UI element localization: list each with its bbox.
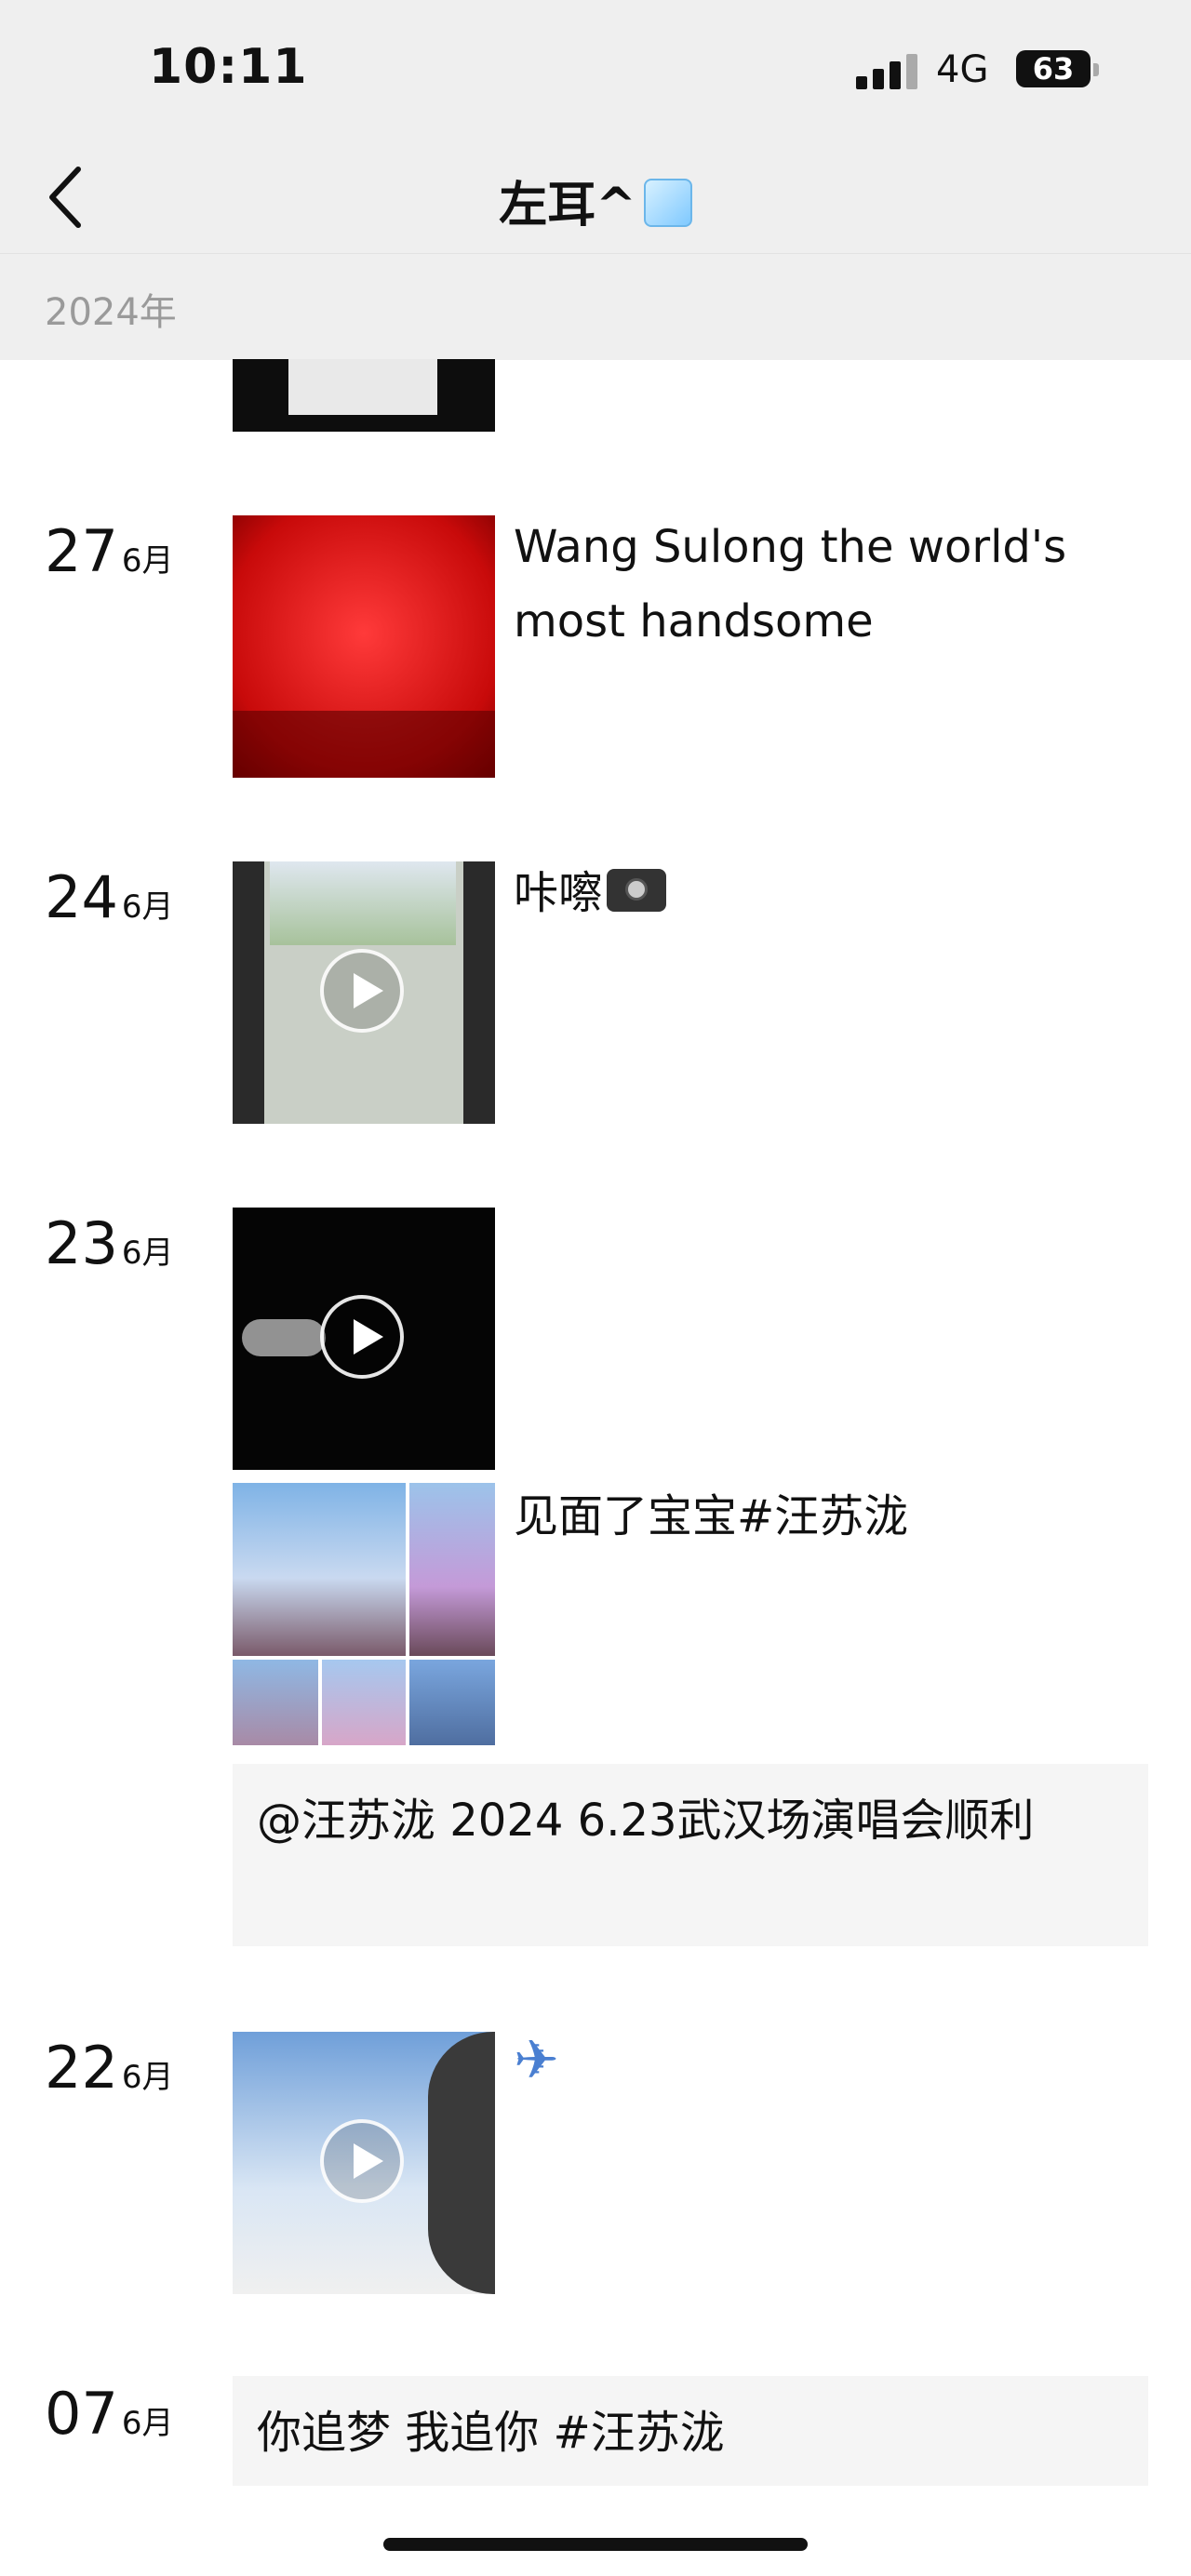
play-icon[interactable] — [320, 2119, 404, 2203]
status-bar: 10:11 4G 63 — [0, 0, 1191, 140]
ice-cube-icon — [643, 179, 692, 227]
play-icon[interactable] — [320, 1295, 404, 1379]
play-icon[interactable] — [320, 949, 404, 1033]
video-background — [270, 861, 456, 945]
home-indicator[interactable] — [383, 2538, 808, 2551]
signal-icon — [856, 54, 921, 89]
post-image[interactable] — [233, 515, 495, 778]
post-day: 23 — [45, 1209, 118, 1277]
grid-photo[interactable] — [233, 1660, 318, 1745]
post-month: 6月 — [121, 2405, 174, 2442]
battery-icon: 63 — [1016, 50, 1091, 87]
post-date: 07 6月 — [45, 2380, 174, 2448]
airplane-icon: ✈ — [514, 2028, 559, 2091]
window-frame — [428, 2032, 495, 2294]
grid-photo[interactable] — [233, 1483, 406, 1656]
stage-light — [242, 1319, 326, 1356]
post-video[interactable] — [233, 2032, 495, 2294]
post-month: 6月 — [121, 1235, 174, 1272]
thumbnail-content — [288, 359, 437, 415]
post-day: 22 — [45, 2034, 118, 2102]
post-caption: 见面了宝宝#汪苏泷 — [514, 1490, 909, 1542]
post-caption: Wang Sulong the world's most handsome — [514, 521, 1067, 647]
post-day: 07 — [45, 2380, 118, 2448]
year-label: 2024年 — [45, 291, 177, 334]
photo-grid[interactable] — [233, 1483, 495, 1745]
page-title-text: 左耳^ — [499, 178, 636, 234]
battery-tip — [1093, 63, 1099, 76]
post-date: 22 6月 — [45, 2034, 174, 2102]
post-video[interactable] — [233, 861, 495, 1124]
post-date: 23 6月 — [45, 1209, 174, 1277]
post-caption-text: 咔嚓 — [514, 867, 604, 919]
post-month: 6月 — [121, 888, 174, 926]
page-title: 左耳^ — [0, 166, 1191, 235]
post-video[interactable] — [233, 1208, 495, 1470]
quote-box[interactable]: 你追梦 我追你 #汪苏泷 — [233, 2376, 1148, 2486]
network-type: 4G — [936, 48, 989, 91]
post-month: 6月 — [121, 542, 174, 580]
post-month: 6月 — [121, 2059, 174, 2096]
grid-photo[interactable] — [409, 1483, 495, 1656]
post-day: 24 — [45, 863, 118, 931]
quote-box[interactable]: @汪苏泷 2024 6.23武汉场演唱会顺利 — [233, 1764, 1148, 1946]
year-header: 2024年 — [0, 253, 1191, 360]
grid-photo[interactable] — [409, 1660, 495, 1745]
camera-icon — [607, 869, 667, 912]
post-day: 27 — [45, 517, 118, 585]
post-thumbnail[interactable] — [233, 359, 495, 432]
post-caption: ✈ — [514, 2022, 1146, 2101]
quote-text: @汪苏泷 2024 6.23武汉场演唱会顺利 — [257, 1795, 1035, 1847]
stage-banner — [233, 711, 495, 778]
grid-photo[interactable] — [322, 1660, 406, 1745]
post-date: 27 6月 — [45, 517, 174, 585]
post-caption: 咔嚓 — [514, 856, 1146, 930]
status-time: 10:11 — [149, 39, 308, 95]
quote-text: 你追梦 我追你 #汪苏泷 — [257, 2407, 725, 2459]
post-date: 24 6月 — [45, 863, 174, 931]
nav-bar: 左耳^ — [0, 140, 1191, 253]
